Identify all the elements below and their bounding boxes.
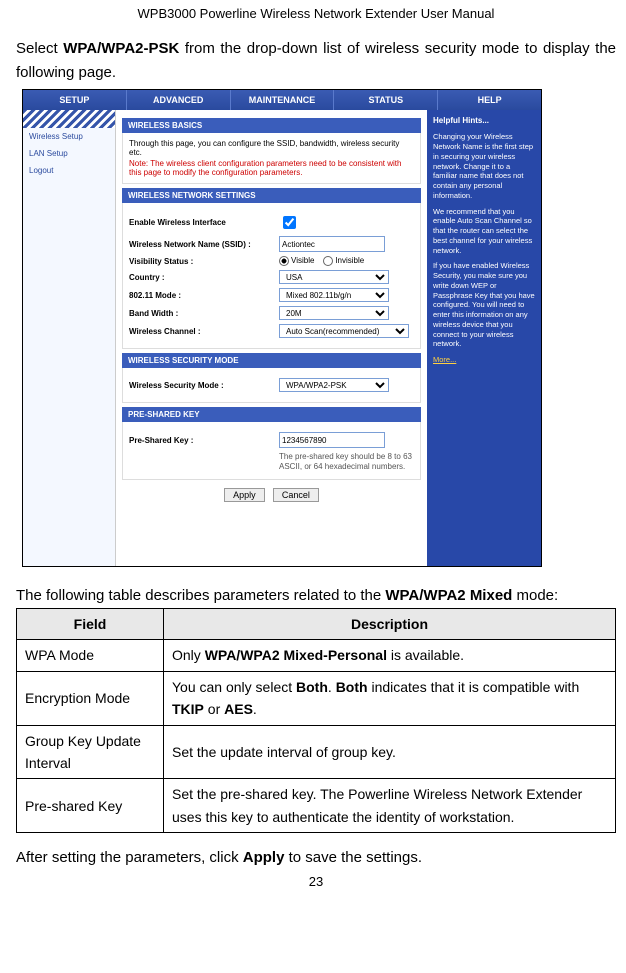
cell-field: Group Key Update Interval bbox=[17, 725, 164, 779]
radio-invisible[interactable] bbox=[323, 256, 333, 266]
basics-text: Through this page, you can configure the… bbox=[129, 139, 414, 157]
label-visibility: Visibility Status : bbox=[129, 257, 279, 266]
sidebar-hatch-decoration bbox=[23, 110, 115, 128]
radio-visible-label: Visible bbox=[291, 256, 314, 265]
after-pre: After setting the parameters, click bbox=[16, 849, 243, 866]
instruction-text: Select WPA/WPA2-PSK from the drop-down l… bbox=[16, 37, 616, 85]
tab-help[interactable]: HELP bbox=[438, 90, 541, 110]
sidebar-item-logout[interactable]: Logout bbox=[23, 162, 115, 179]
help-panel: Helpful Hints... Changing your Wireless … bbox=[427, 110, 541, 566]
tab-advanced[interactable]: ADVANCED bbox=[127, 90, 231, 110]
mid-post: mode: bbox=[512, 587, 558, 604]
select-bandwidth[interactable]: 20M bbox=[279, 306, 389, 320]
panel-body-psk: Pre-Shared Key : The pre-shared key shou… bbox=[122, 422, 421, 480]
select-country[interactable]: USA bbox=[279, 270, 389, 284]
label-security-mode: Wireless Security Mode : bbox=[129, 381, 279, 390]
desc-bold: TKIP bbox=[172, 701, 204, 717]
label-80211-mode: 802.11 Mode : bbox=[129, 291, 279, 300]
router-admin-screenshot: SETUP ADVANCED MAINTENANCE STATUS HELP W… bbox=[22, 89, 542, 567]
desc-text: . bbox=[328, 679, 336, 695]
panel-head-wireless-basics: WIRELESS BASICS bbox=[122, 118, 421, 133]
input-ssid[interactable] bbox=[279, 236, 385, 252]
doc-header: WPB3000 Powerline Wireless Network Exten… bbox=[16, 6, 616, 21]
label-ssid: Wireless Network Name (SSID) : bbox=[129, 240, 279, 249]
psk-hint: The pre-shared key should be 8 to 63 ASC… bbox=[279, 452, 414, 473]
label-channel: Wireless Channel : bbox=[129, 327, 279, 336]
radio-invisible-label: Invisible bbox=[335, 256, 364, 265]
cell-field: WPA Mode bbox=[17, 640, 164, 671]
panel-body-wireless-basics: Through this page, you can configure the… bbox=[122, 133, 421, 184]
panel-head-network-settings: WIRELESS NETWORK SETTINGS bbox=[122, 188, 421, 203]
main-content: WIRELESS BASICS Through this page, you c… bbox=[116, 110, 427, 566]
desc-bold: AES bbox=[224, 701, 253, 717]
instruction-bold: WPA/WPA2-PSK bbox=[63, 40, 179, 57]
th-description: Description bbox=[164, 609, 616, 640]
parameters-table: Field Description WPA Mode Only WPA/WPA2… bbox=[16, 608, 616, 833]
mid-pre: The following table describes parameters… bbox=[16, 587, 385, 604]
tab-setup[interactable]: SETUP bbox=[23, 90, 127, 110]
help-more-link[interactable]: More... bbox=[433, 355, 456, 364]
desc-text: or bbox=[204, 701, 224, 717]
radio-visible[interactable] bbox=[279, 256, 289, 266]
instruction-pre: Select bbox=[16, 40, 63, 57]
label-enable-wireless: Enable Wireless Interface bbox=[129, 218, 279, 227]
desc-text: You can only select bbox=[172, 679, 296, 695]
desc-bold: WPA/WPA2 Mixed-Personal bbox=[205, 647, 387, 663]
desc-text: is available. bbox=[387, 647, 464, 663]
apply-button[interactable]: Apply bbox=[224, 488, 265, 502]
desc-text: Only bbox=[172, 647, 205, 663]
cancel-button[interactable]: Cancel bbox=[273, 488, 319, 502]
desc-bold: Both bbox=[336, 679, 368, 695]
nav-tabs: SETUP ADVANCED MAINTENANCE STATUS HELP bbox=[23, 90, 541, 110]
cell-desc: Set the update interval of group key. bbox=[164, 725, 616, 779]
panel-body-security-mode: Wireless Security Mode : WPA/WPA2-PSK bbox=[122, 368, 421, 403]
help-title: Helpful Hints... bbox=[433, 116, 489, 125]
table-row: Pre-shared Key Set the pre-shared key. T… bbox=[17, 779, 616, 833]
desc-bold: Both bbox=[296, 679, 328, 695]
table-row: Group Key Update Interval Set the update… bbox=[17, 725, 616, 779]
after-bold: Apply bbox=[243, 849, 285, 866]
help-p2: We recommend that you enable Auto Scan C… bbox=[433, 207, 535, 256]
basics-note: Note: The wireless client configuration … bbox=[129, 159, 414, 177]
checkbox-enable-wireless[interactable] bbox=[283, 216, 296, 229]
cell-desc: Set the pre-shared key. The Powerline Wi… bbox=[164, 779, 616, 833]
help-p1: Changing your Wireless Network Name is t… bbox=[433, 132, 535, 200]
tab-maintenance[interactable]: MAINTENANCE bbox=[231, 90, 335, 110]
select-80211-mode[interactable]: Mixed 802.11b/g/n bbox=[279, 288, 389, 302]
mid-bold: WPA/WPA2 Mixed bbox=[385, 587, 512, 604]
help-p3: If you have enabled Wireless Security, y… bbox=[433, 261, 535, 349]
label-psk: Pre-Shared Key : bbox=[129, 436, 279, 445]
panel-head-security-mode: WIRELESS SECURITY MODE bbox=[122, 353, 421, 368]
after-text: After setting the parameters, click Appl… bbox=[16, 849, 616, 866]
cell-field: Pre-shared Key bbox=[17, 779, 164, 833]
button-row: Apply Cancel bbox=[122, 488, 421, 502]
cell-field: Encryption Mode bbox=[17, 671, 164, 725]
table-row: Encryption Mode You can only select Both… bbox=[17, 671, 616, 725]
sidebar-item-lan-setup[interactable]: LAN Setup bbox=[23, 145, 115, 162]
page-number: 23 bbox=[16, 874, 616, 889]
label-bandwidth: Band Width : bbox=[129, 309, 279, 318]
th-field: Field bbox=[17, 609, 164, 640]
panel-head-psk: PRE-SHARED KEY bbox=[122, 407, 421, 422]
select-security-mode[interactable]: WPA/WPA2-PSK bbox=[279, 378, 389, 392]
after-post: to save the settings. bbox=[284, 849, 422, 866]
select-channel[interactable]: Auto Scan(recommended) bbox=[279, 324, 409, 338]
cell-desc: Only WPA/WPA2 Mixed-Personal is availabl… bbox=[164, 640, 616, 671]
desc-text: . bbox=[253, 701, 257, 717]
table-row: WPA Mode Only WPA/WPA2 Mixed-Personal is… bbox=[17, 640, 616, 671]
sidebar: Wireless Setup LAN Setup Logout bbox=[23, 110, 116, 566]
desc-text: indicates that it is compatible with bbox=[368, 679, 580, 695]
input-psk[interactable] bbox=[279, 432, 385, 448]
table-intro: The following table describes parameters… bbox=[16, 587, 616, 604]
panel-body-network-settings: Enable Wireless Interface Wireless Netwo… bbox=[122, 203, 421, 349]
tab-status[interactable]: STATUS bbox=[334, 90, 438, 110]
label-country: Country : bbox=[129, 273, 279, 282]
cell-desc: You can only select Both. Both indicates… bbox=[164, 671, 616, 725]
sidebar-item-wireless-setup[interactable]: Wireless Setup bbox=[23, 128, 115, 145]
